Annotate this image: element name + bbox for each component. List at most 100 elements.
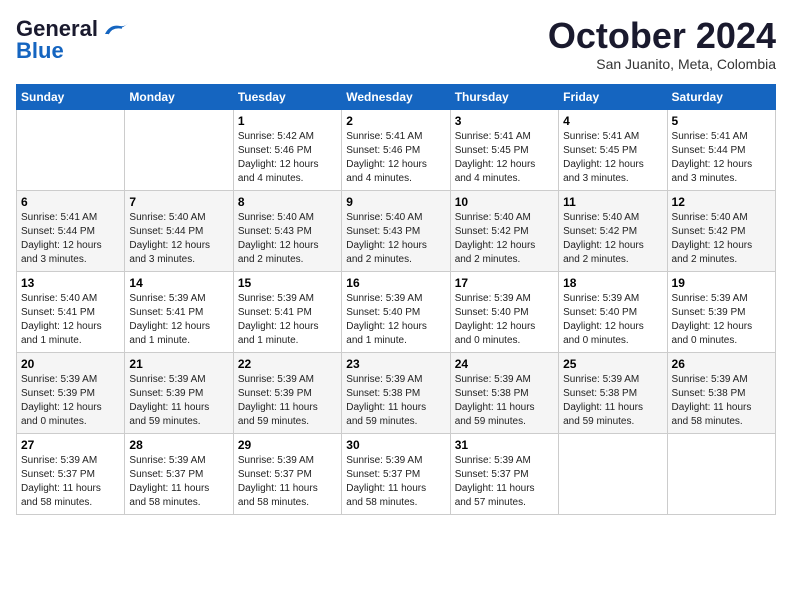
calendar-cell: 22 Sunrise: 5:39 AM Sunset: 5:39 PM Dayli… xyxy=(233,352,341,433)
calendar-cell: 11Sunrise: 5:40 AM Sunset: 5:42 PM Dayli… xyxy=(559,190,667,271)
logo: General Blue xyxy=(16,16,130,64)
day-info: Sunrise: 5:42 AM Sunset: 5:46 PM Dayligh… xyxy=(238,130,337,186)
weekday-header: Saturday xyxy=(667,84,775,109)
calendar-cell: 1 Sunrise: 5:42 AM Sunset: 5:46 PM Daylig… xyxy=(233,109,341,190)
logo-bird-icon xyxy=(100,20,130,38)
day-number: 16 xyxy=(346,276,445,290)
day-info: Sunrise: 5:39 AM Sunset: 5:40 PM Dayligh… xyxy=(455,292,554,348)
day-number: 20 xyxy=(21,357,120,371)
day-info: Sunrise: 5:39 AM Sunset: 5:38 PM Dayligh… xyxy=(563,373,662,429)
day-info: Sunrise: 5:39 AM Sunset: 5:39 PM Dayligh… xyxy=(672,292,771,348)
day-number: 29 xyxy=(238,438,337,452)
weekday-header: Thursday xyxy=(450,84,558,109)
calendar-cell: 10 Sunrise: 5:40 AM Sunset: 5:42 PM Dayli… xyxy=(450,190,558,271)
day-info: Sunrise: 5:39 AM Sunset: 5:38 PM Dayligh… xyxy=(346,373,445,429)
day-info: Sunrise: 5:41 AM Sunset: 5:45 PM Dayligh… xyxy=(563,130,662,186)
weekday-header-row: SundayMondayTuesdayWednesdayThursdayFrid… xyxy=(17,84,776,109)
day-info: Sunrise: 5:39 AM Sunset: 5:37 PM Dayligh… xyxy=(129,454,228,510)
calendar-week-row: 27 Sunrise: 5:39 AM Sunset: 5:37 PM Dayli… xyxy=(17,433,776,514)
calendar-cell: 12 Sunrise: 5:40 AM Sunset: 5:42 PM Dayli… xyxy=(667,190,775,271)
calendar-cell: 15 Sunrise: 5:39 AM Sunset: 5:41 PM Dayli… xyxy=(233,271,341,352)
day-info: Sunrise: 5:40 AM Sunset: 5:42 PM Dayligh… xyxy=(672,211,771,267)
day-number: 10 xyxy=(455,195,554,209)
calendar-cell: 29 Sunrise: 5:39 AM Sunset: 5:37 PM Dayli… xyxy=(233,433,341,514)
calendar-cell xyxy=(559,433,667,514)
day-info: Sunrise: 5:39 AM Sunset: 5:37 PM Dayligh… xyxy=(346,454,445,510)
day-info: Sunrise: 5:39 AM Sunset: 5:38 PM Dayligh… xyxy=(455,373,554,429)
day-number: 4 xyxy=(563,114,662,128)
calendar-cell: 19 Sunrise: 5:39 AM Sunset: 5:39 PM Dayli… xyxy=(667,271,775,352)
day-info: Sunrise: 5:39 AM Sunset: 5:40 PM Dayligh… xyxy=(563,292,662,348)
day-number: 2 xyxy=(346,114,445,128)
day-info: Sunrise: 5:41 AM Sunset: 5:44 PM Dayligh… xyxy=(21,211,120,267)
calendar-week-row: 20 Sunrise: 5:39 AM Sunset: 5:39 PM Dayli… xyxy=(17,352,776,433)
title-block: October 2024 San Juanito, Meta, Colombia xyxy=(548,16,776,72)
calendar-cell: 7Sunrise: 5:40 AM Sunset: 5:44 PM Daylig… xyxy=(125,190,233,271)
day-info: Sunrise: 5:40 AM Sunset: 5:42 PM Dayligh… xyxy=(563,211,662,267)
weekday-header: Monday xyxy=(125,84,233,109)
day-info: Sunrise: 5:40 AM Sunset: 5:41 PM Dayligh… xyxy=(21,292,120,348)
day-number: 12 xyxy=(672,195,771,209)
calendar-cell: 9Sunrise: 5:40 AM Sunset: 5:43 PM Daylig… xyxy=(342,190,450,271)
day-info: Sunrise: 5:40 AM Sunset: 5:43 PM Dayligh… xyxy=(238,211,337,267)
calendar-cell xyxy=(17,109,125,190)
calendar-cell: 5 Sunrise: 5:41 AM Sunset: 5:44 PM Daylig… xyxy=(667,109,775,190)
day-info: Sunrise: 5:39 AM Sunset: 5:40 PM Dayligh… xyxy=(346,292,445,348)
day-number: 27 xyxy=(21,438,120,452)
day-number: 5 xyxy=(672,114,771,128)
day-number: 28 xyxy=(129,438,228,452)
day-number: 15 xyxy=(238,276,337,290)
day-info: Sunrise: 5:39 AM Sunset: 5:37 PM Dayligh… xyxy=(238,454,337,510)
calendar-cell xyxy=(667,433,775,514)
calendar-cell xyxy=(125,109,233,190)
day-info: Sunrise: 5:41 AM Sunset: 5:45 PM Dayligh… xyxy=(455,130,554,186)
weekday-header: Friday xyxy=(559,84,667,109)
calendar-cell: 24 Sunrise: 5:39 AM Sunset: 5:38 PM Dayli… xyxy=(450,352,558,433)
day-number: 21 xyxy=(129,357,228,371)
page-header: General Blue October 2024 San Juanito, M… xyxy=(16,16,776,72)
calendar-cell: 17 Sunrise: 5:39 AM Sunset: 5:40 PM Dayli… xyxy=(450,271,558,352)
day-number: 9 xyxy=(346,195,445,209)
calendar-table: SundayMondayTuesdayWednesdayThursdayFrid… xyxy=(16,84,776,515)
day-number: 30 xyxy=(346,438,445,452)
weekday-header: Tuesday xyxy=(233,84,341,109)
day-number: 3 xyxy=(455,114,554,128)
day-info: Sunrise: 5:39 AM Sunset: 5:41 PM Dayligh… xyxy=(238,292,337,348)
day-info: Sunrise: 5:39 AM Sunset: 5:41 PM Dayligh… xyxy=(129,292,228,348)
day-info: Sunrise: 5:39 AM Sunset: 5:39 PM Dayligh… xyxy=(21,373,120,429)
calendar-cell: 2Sunrise: 5:41 AM Sunset: 5:46 PM Daylig… xyxy=(342,109,450,190)
day-number: 13 xyxy=(21,276,120,290)
day-number: 1 xyxy=(238,114,337,128)
calendar-cell: 26 Sunrise: 5:39 AM Sunset: 5:38 PM Dayli… xyxy=(667,352,775,433)
calendar-cell: 4 Sunrise: 5:41 AM Sunset: 5:45 PM Daylig… xyxy=(559,109,667,190)
day-number: 17 xyxy=(455,276,554,290)
day-number: 31 xyxy=(455,438,554,452)
day-number: 18 xyxy=(563,276,662,290)
day-number: 14 xyxy=(129,276,228,290)
calendar-cell: 30 Sunrise: 5:39 AM Sunset: 5:37 PM Dayli… xyxy=(342,433,450,514)
calendar-cell: 28 Sunrise: 5:39 AM Sunset: 5:37 PM Dayli… xyxy=(125,433,233,514)
calendar-cell: 6 Sunrise: 5:41 AM Sunset: 5:44 PM Daylig… xyxy=(17,190,125,271)
day-number: 24 xyxy=(455,357,554,371)
day-number: 22 xyxy=(238,357,337,371)
day-info: Sunrise: 5:39 AM Sunset: 5:38 PM Dayligh… xyxy=(672,373,771,429)
calendar-week-row: 13 Sunrise: 5:40 AM Sunset: 5:41 PM Dayli… xyxy=(17,271,776,352)
day-info: Sunrise: 5:39 AM Sunset: 5:39 PM Dayligh… xyxy=(238,373,337,429)
calendar-week-row: 1 Sunrise: 5:42 AM Sunset: 5:46 PM Daylig… xyxy=(17,109,776,190)
calendar-cell: 18 Sunrise: 5:39 AM Sunset: 5:40 PM Dayli… xyxy=(559,271,667,352)
day-number: 7 xyxy=(129,195,228,209)
weekday-header: Wednesday xyxy=(342,84,450,109)
day-number: 23 xyxy=(346,357,445,371)
day-info: Sunrise: 5:41 AM Sunset: 5:44 PM Dayligh… xyxy=(672,130,771,186)
day-number: 19 xyxy=(672,276,771,290)
day-info: Sunrise: 5:40 AM Sunset: 5:42 PM Dayligh… xyxy=(455,211,554,267)
day-number: 6 xyxy=(21,195,120,209)
month-title: October 2024 xyxy=(548,16,776,56)
day-number: 8 xyxy=(238,195,337,209)
calendar-cell: 20 Sunrise: 5:39 AM Sunset: 5:39 PM Dayli… xyxy=(17,352,125,433)
day-info: Sunrise: 5:39 AM Sunset: 5:37 PM Dayligh… xyxy=(455,454,554,510)
day-number: 26 xyxy=(672,357,771,371)
day-info: Sunrise: 5:39 AM Sunset: 5:37 PM Dayligh… xyxy=(21,454,120,510)
logo-blue: Blue xyxy=(16,38,64,64)
calendar-cell: 8 Sunrise: 5:40 AM Sunset: 5:43 PM Daylig… xyxy=(233,190,341,271)
